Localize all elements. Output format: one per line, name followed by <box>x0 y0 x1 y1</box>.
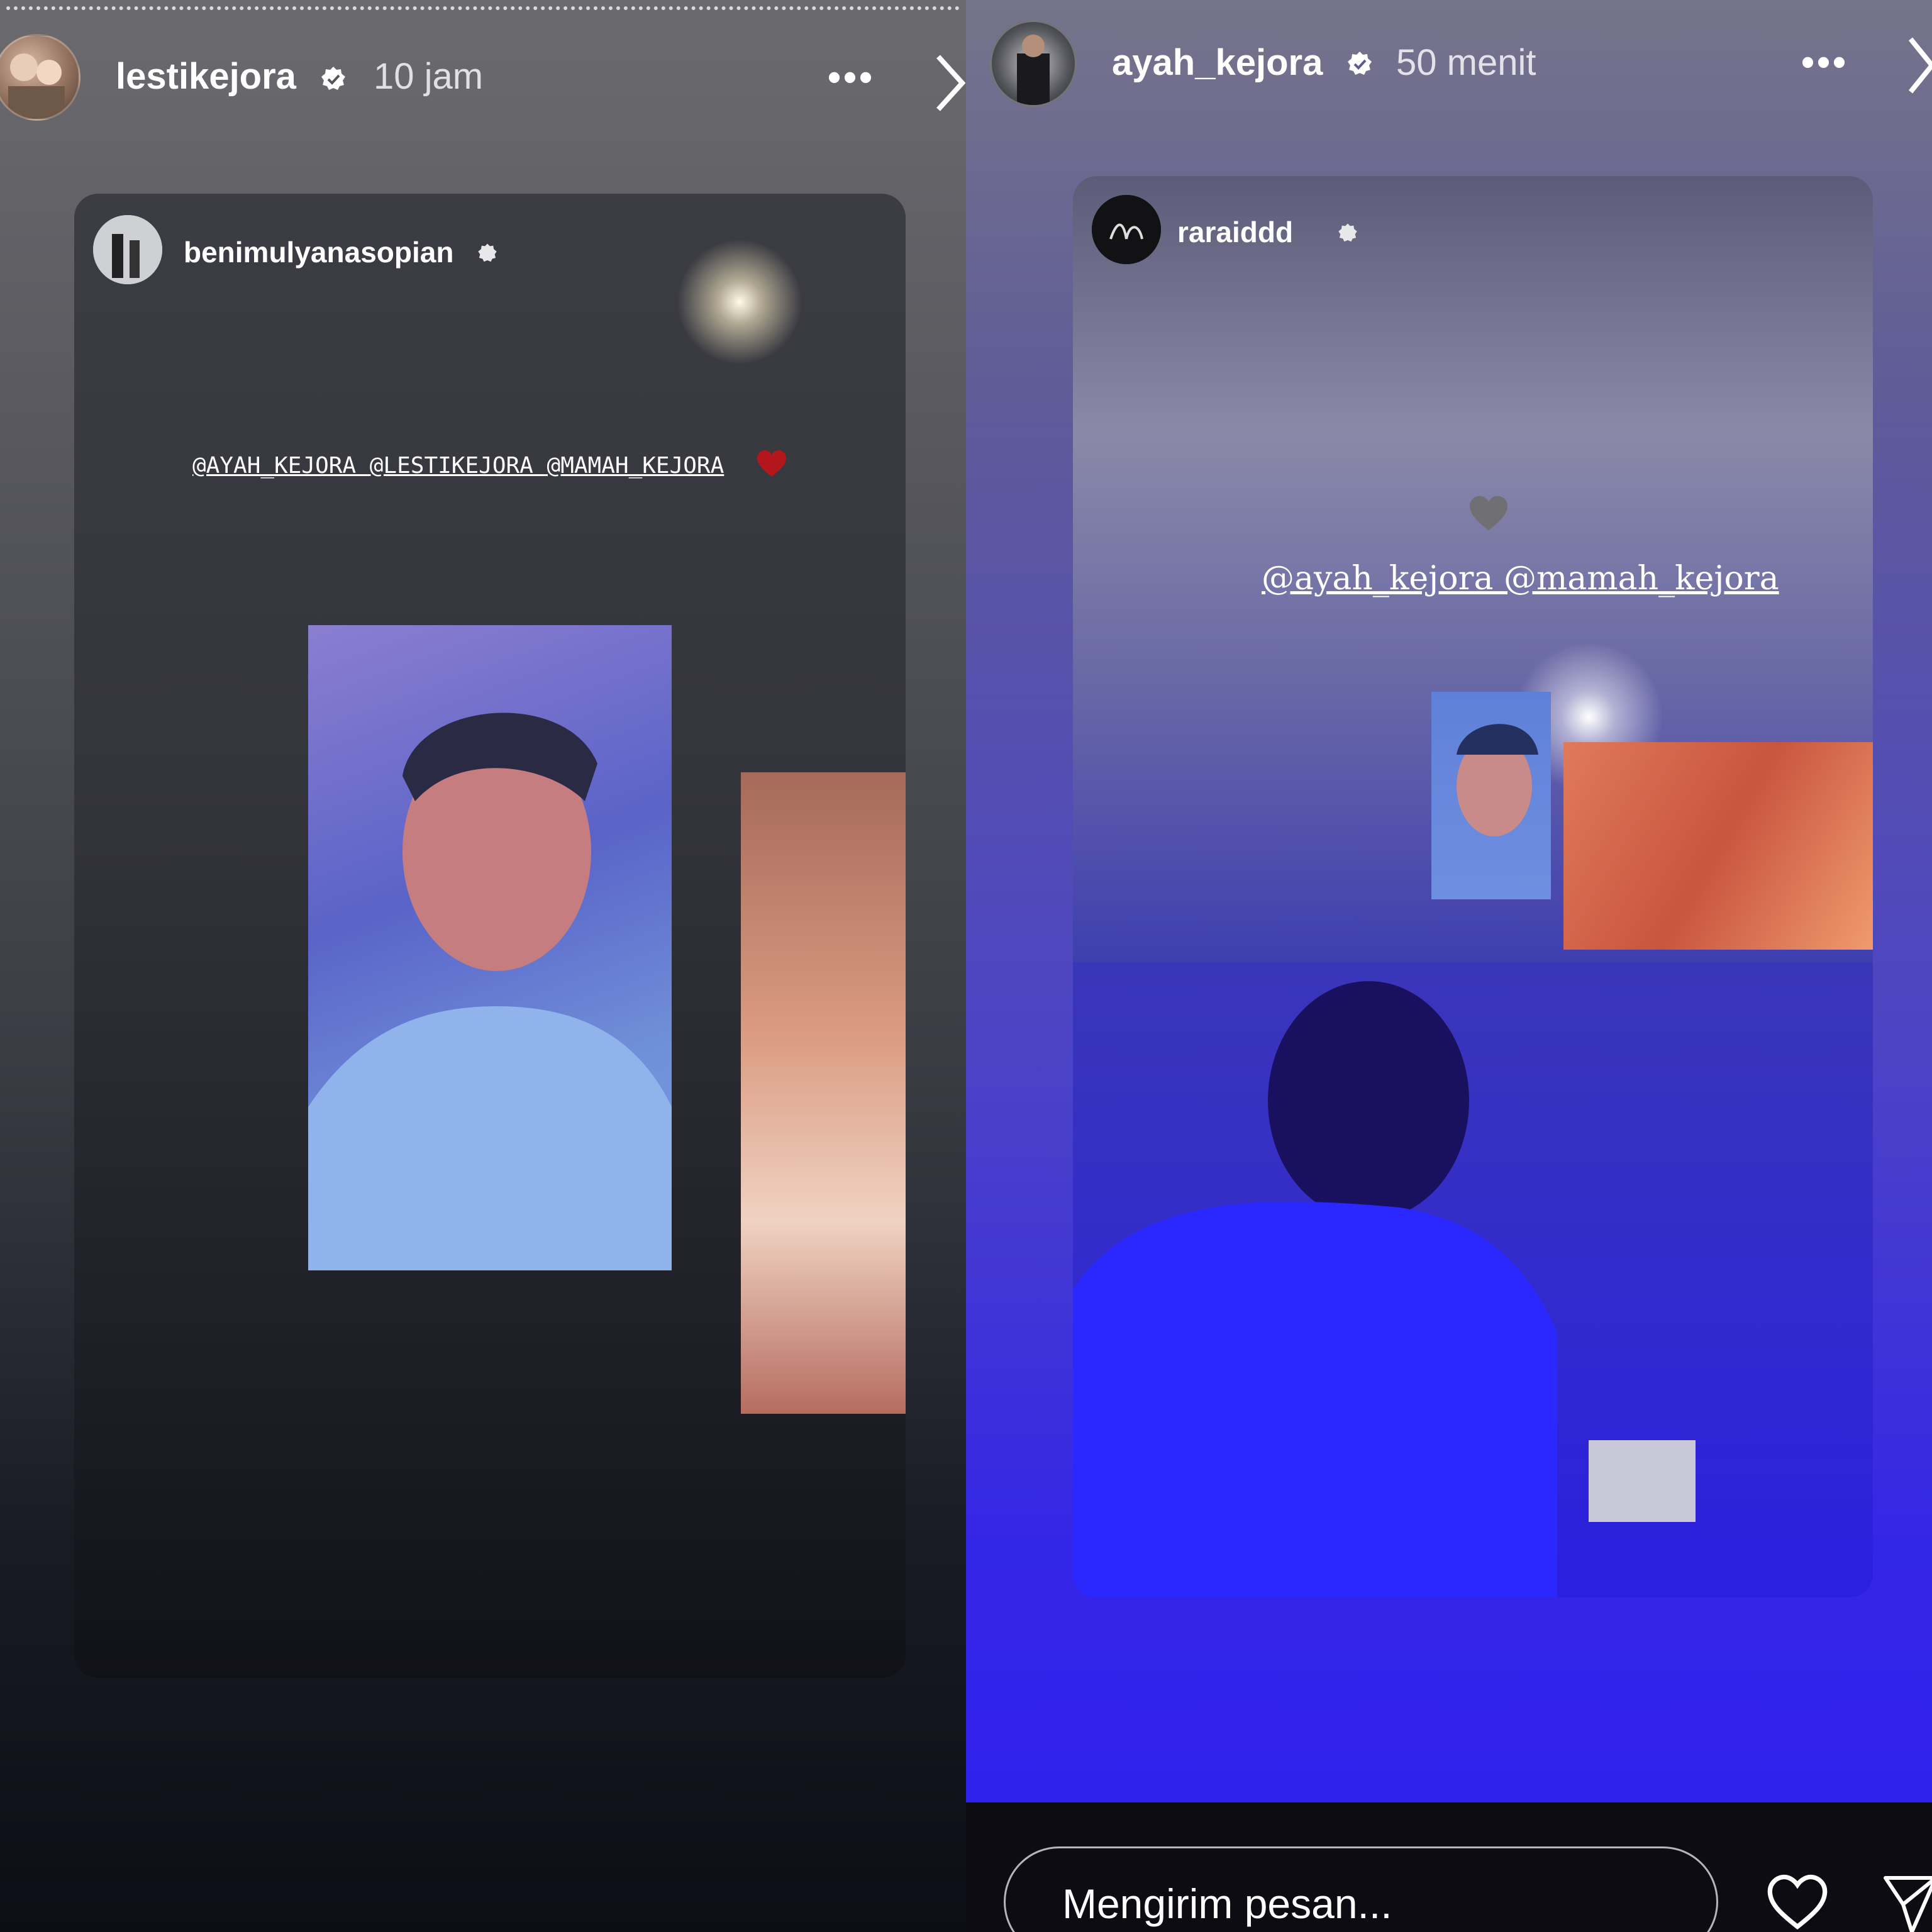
crowd-image <box>1073 962 1873 1597</box>
message-input[interactable]: Mengirim pesan... <box>1004 1846 1718 1932</box>
side-screen-image <box>741 772 906 1414</box>
mention-tags[interactable]: @ayah_kejora @mamah_kejora <box>1262 560 1779 597</box>
story-username[interactable]: ayah_kejora <box>1112 42 1323 84</box>
stage-screen-image <box>308 625 672 1270</box>
message-placeholder: Mengirim pesan... <box>1062 1880 1392 1927</box>
heart-icon <box>1470 496 1507 531</box>
story-time: 50 menit <box>1396 42 1536 83</box>
message-bar: Mengirim pesan... <box>966 1802 1932 1932</box>
reshared-username[interactable]: raraiddd <box>1177 215 1293 249</box>
left-story-panel[interactable]: lestikejora 10 jam ••• benimulyanasopian… <box>0 0 966 1932</box>
more-options-icon[interactable]: ••• <box>1801 40 1848 84</box>
chevron-right-icon[interactable] <box>935 53 966 113</box>
avatar[interactable] <box>990 20 1077 107</box>
chevron-right-icon[interactable] <box>1907 35 1932 96</box>
verified-badge-icon <box>1348 52 1372 75</box>
heart-icon <box>757 450 786 477</box>
stage-light <box>677 239 802 365</box>
avatar[interactable] <box>1092 195 1161 264</box>
side-screen-image <box>1563 742 1873 950</box>
more-options-icon[interactable]: ••• <box>828 55 875 99</box>
story-progress-bar <box>6 6 960 14</box>
verified-badge-icon <box>321 67 345 90</box>
story-header: ayah_kejora 50 menit ••• <box>966 19 1932 132</box>
stage-screen-image <box>1431 692 1551 899</box>
verified-badge-icon <box>1338 223 1357 242</box>
like-heart-icon[interactable] <box>1765 1872 1830 1932</box>
right-story-panel[interactable]: ayah_kejora 50 menit ••• raraiddd @ayah_… <box>966 0 1932 1932</box>
reshared-username[interactable]: benimulyanasopian <box>184 235 453 269</box>
story-header: lestikejora 10 jam ••• <box>0 19 966 132</box>
reshared-story-card[interactable]: benimulyanasopian @AYAH_KEJORA @LESTIKEJ… <box>74 194 906 1678</box>
avatar[interactable] <box>0 34 80 121</box>
verified-badge-icon <box>478 243 497 262</box>
story-time: 10 jam <box>374 56 484 97</box>
mention-tags[interactable]: @AYAH_KEJORA @LESTIKEJORA @MAMAH_KEJORA <box>192 453 724 479</box>
avatar[interactable] <box>93 215 162 284</box>
story-username[interactable]: lestikejora <box>116 55 296 97</box>
send-icon[interactable] <box>1880 1872 1932 1932</box>
reshared-story-card[interactable]: raraiddd @ayah_kejora @mamah_kejora <box>1073 176 1873 1597</box>
